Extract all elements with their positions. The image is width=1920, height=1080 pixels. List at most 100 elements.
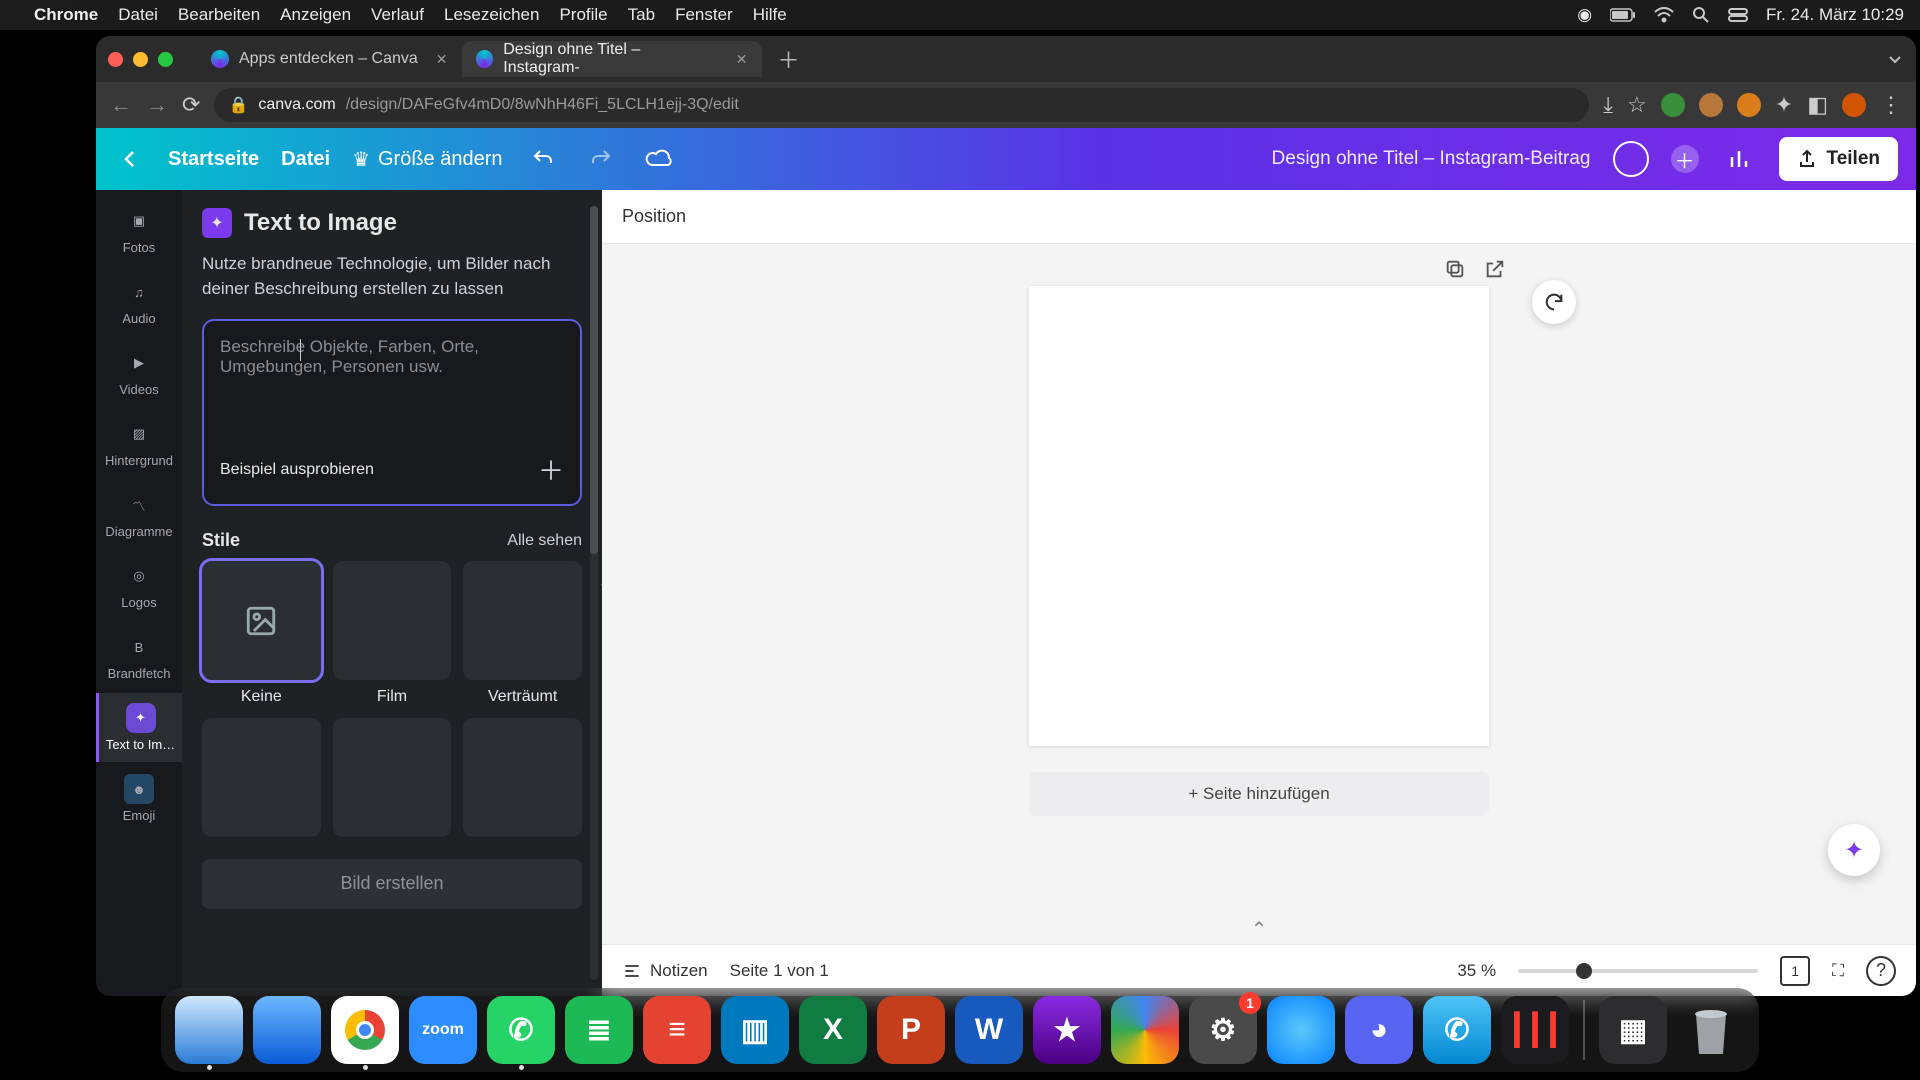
try-example-button[interactable]: Beispiel ausprobieren <box>220 461 374 479</box>
extension-icon-2[interactable] <box>1699 93 1723 117</box>
dock-app-blue[interactable] <box>1267 996 1335 1064</box>
menu-anzeigen[interactable]: Anzeigen <box>280 5 351 25</box>
style-row2-a[interactable] <box>202 718 321 837</box>
style-film[interactable]: Film <box>333 561 452 706</box>
menu-datei[interactable]: Datei <box>118 5 158 25</box>
dock-whatsapp[interactable]: ✆ <box>487 996 555 1064</box>
extension-icon-3[interactable] <box>1737 93 1761 117</box>
rail-text-to-image[interactable]: ✦Text to Im… <box>96 693 182 762</box>
style-none[interactable]: Keine <box>202 561 321 706</box>
sidepanel-icon[interactable]: ◧ <box>1807 92 1828 118</box>
fullscreen-icon[interactable]: ⛶ <box>1832 961 1844 981</box>
chrome-menu-icon[interactable]: ⋮ <box>1880 92 1902 118</box>
rail-videos[interactable]: ▶Videos <box>96 338 182 407</box>
add-page-button[interactable]: + Seite hinzufügen <box>1029 772 1489 816</box>
document-title[interactable]: Design ohne Titel – Instagram-Beitrag <box>1272 148 1591 170</box>
spotlight-icon[interactable] <box>1692 6 1710 24</box>
help-button[interactable]: ? <box>1866 956 1896 986</box>
nav-home[interactable]: Startseite <box>168 148 259 171</box>
duplicate-page-icon[interactable] <box>1444 258 1466 285</box>
refresh-fab[interactable] <box>1532 280 1576 324</box>
insights-icon[interactable] <box>1721 141 1757 177</box>
dock-word[interactable]: W <box>955 996 1023 1064</box>
try-example-plus-icon[interactable]: ＋ <box>538 451 564 488</box>
tab-canva-apps[interactable]: Apps entdecken – Canva ✕ <box>197 41 462 77</box>
dock-discord[interactable]: ◕ <box>1345 996 1413 1064</box>
user-avatar[interactable] <box>1613 141 1649 177</box>
style-row2-c[interactable] <box>463 718 582 837</box>
dock-excel[interactable]: X <box>799 996 867 1064</box>
cloud-sync-icon[interactable] <box>641 141 677 177</box>
page-expand-arrow-icon[interactable]: ⌃ <box>1251 917 1268 942</box>
tab-list-dropdown-icon[interactable] <box>1886 50 1904 68</box>
magic-fab[interactable]: ✦ <box>1828 824 1880 876</box>
dock-google-drive[interactable] <box>1111 996 1179 1064</box>
see-all-styles[interactable]: Alle sehen <box>507 532 582 550</box>
menu-verlauf[interactable]: Verlauf <box>371 5 424 25</box>
dock-safari[interactable] <box>253 996 321 1064</box>
style-row2-b[interactable] <box>333 718 452 837</box>
dock-powerpoint[interactable]: P <box>877 996 945 1064</box>
new-tab-button[interactable]: ＋ <box>770 43 808 75</box>
grid-view-button[interactable]: 1 <box>1780 956 1810 986</box>
resize-button[interactable]: ♛Größe ändern <box>352 147 502 172</box>
window-minimize[interactable] <box>133 52 148 67</box>
tab-close-icon[interactable]: ✕ <box>436 51 448 68</box>
menu-bearbeiten[interactable]: Bearbeiten <box>178 5 260 25</box>
forward-button[interactable]: → <box>146 92 168 118</box>
dock-trash[interactable] <box>1677 996 1745 1064</box>
dock-todoist[interactable]: ≡ <box>643 996 711 1064</box>
screen-record-icon[interactable]: ◉ <box>1577 5 1592 25</box>
tab-close-icon[interactable]: ✕ <box>736 51 748 68</box>
rail-fotos[interactable]: ▣Fotos <box>96 196 182 265</box>
rail-diagramme[interactable]: 〽Diagramme <box>96 480 182 549</box>
style-dream[interactable]: Verträumt <box>463 561 582 706</box>
add-collaborator-button[interactable]: ＋ <box>1671 145 1699 173</box>
open-new-icon[interactable] <box>1484 258 1506 285</box>
rail-logos[interactable]: ◎Logos <box>96 551 182 620</box>
rail-audio[interactable]: ♫Audio <box>96 267 182 336</box>
dock-chrome[interactable] <box>331 996 399 1064</box>
rail-hintergrund[interactable]: ▨Hintergrund <box>96 409 182 478</box>
prompt-textarea[interactable]: Beschreibe Objekte, Farben, Orte, Umgebu… <box>220 337 564 427</box>
install-app-icon[interactable]: ⤓ <box>1603 92 1613 118</box>
menu-lesezeichen[interactable]: Lesezeichen <box>444 5 539 25</box>
window-close[interactable] <box>108 52 123 67</box>
control-center-icon[interactable] <box>1728 8 1748 22</box>
zoom-value[interactable]: 35 % <box>1457 961 1496 981</box>
dock-zoom[interactable]: zoom <box>409 996 477 1064</box>
dock-settings[interactable]: ⚙1 <box>1189 996 1257 1064</box>
extensions-puzzle-icon[interactable]: ✦ <box>1775 92 1793 118</box>
undo-button[interactable] <box>525 141 561 177</box>
wifi-icon[interactable] <box>1654 7 1674 23</box>
share-button[interactable]: Teilen <box>1779 137 1899 181</box>
menu-hilfe[interactable]: Hilfe <box>753 5 787 25</box>
nav-file[interactable]: Datei <box>281 148 330 171</box>
panel-scrollbar[interactable] <box>590 206 598 980</box>
canvas-viewport[interactable]: + Seite hinzufügen ⌃ ✦ <box>602 244 1916 944</box>
rail-brandfetch[interactable]: BBrandfetch <box>96 622 182 691</box>
dock-trello[interactable]: ▥ <box>721 996 789 1064</box>
battery-icon[interactable] <box>1610 8 1636 22</box>
dock-folder[interactable]: ▦ <box>1599 996 1667 1064</box>
dock-app-cyan[interactable]: ✆ <box>1423 996 1491 1064</box>
redo-button[interactable] <box>583 141 619 177</box>
menu-profile[interactable]: Profile <box>559 5 607 25</box>
menu-tab[interactable]: Tab <box>628 5 655 25</box>
rail-emoji[interactable]: ☻Emoji <box>96 764 182 833</box>
menu-fenster[interactable]: Fenster <box>675 5 733 25</box>
back-to-home-button[interactable] <box>114 143 146 175</box>
zoom-slider[interactable] <box>1518 969 1758 973</box>
reload-button[interactable]: ⟳ <box>182 92 200 118</box>
position-button[interactable]: Position <box>622 206 686 227</box>
bookmark-star-icon[interactable]: ☆ <box>1627 92 1647 118</box>
notes-button[interactable]: Notizen <box>622 961 708 981</box>
extension-icon-1[interactable] <box>1661 93 1685 117</box>
menubar-clock[interactable]: Fr. 24. März 10:29 <box>1766 5 1904 25</box>
menubar-app-name[interactable]: Chrome <box>34 5 98 25</box>
dock-finder[interactable] <box>175 996 243 1064</box>
window-zoom[interactable] <box>158 52 173 67</box>
profile-avatar[interactable] <box>1842 93 1866 117</box>
tab-canva-design[interactable]: Design ohne Titel – Instagram- ✕ <box>462 41 762 77</box>
address-bar[interactable]: 🔒 canva.com/design/DAFeGfv4mD0/8wNhH46Fi… <box>214 88 1589 122</box>
